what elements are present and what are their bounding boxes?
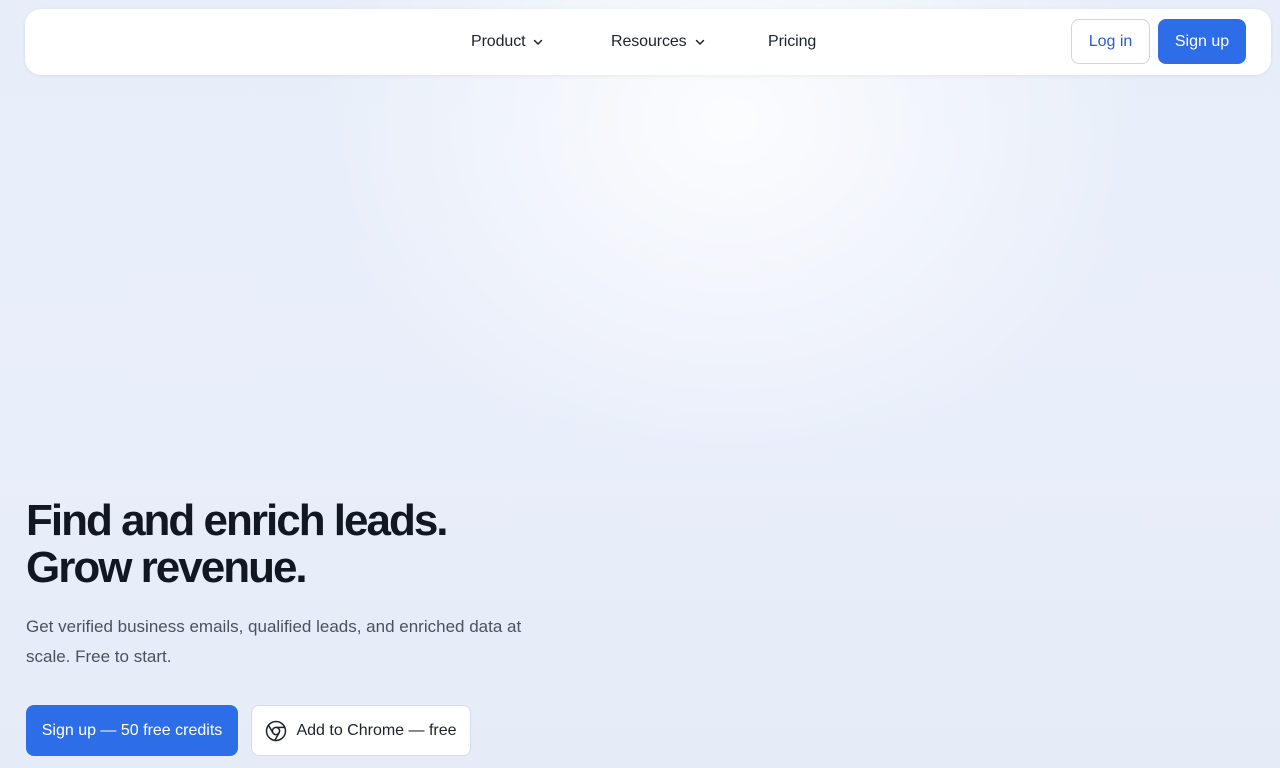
- signup-free-credits-button[interactable]: Sign up — 50 free credits: [26, 705, 238, 756]
- nav-product[interactable]: Product: [471, 9, 543, 75]
- chevron-down-icon: [533, 37, 543, 47]
- signup-button[interactable]: Sign up: [1158, 19, 1246, 64]
- nav-pricing-label: Pricing: [768, 33, 817, 50]
- login-button[interactable]: Log in: [1071, 19, 1150, 64]
- hero-title-line-2: Grow revenue.: [26, 543, 308, 592]
- hero-subtitle: Get verified business emails, qualified …: [26, 617, 522, 666]
- nav-pricing[interactable]: Pricing: [768, 9, 816, 75]
- chevron-down-icon: [695, 37, 705, 47]
- nav-product-label: Product: [471, 33, 526, 50]
- nav-resources-label: Resources: [611, 33, 687, 50]
- add-to-chrome-button[interactable]: Add to Chrome — free: [251, 705, 471, 756]
- nav-resources[interactable]: Resources: [611, 9, 705, 75]
- hero-title: Find and enrich leads. Grow revenue.: [26, 497, 726, 591]
- hero-title-line-1: Find and enrich leads.: [26, 496, 449, 545]
- top-navbar: Product Resources Pricing Log in Sign up: [25, 9, 1271, 75]
- add-to-chrome-label: Add to Chrome — free: [296, 721, 457, 739]
- chrome-icon: [265, 720, 287, 742]
